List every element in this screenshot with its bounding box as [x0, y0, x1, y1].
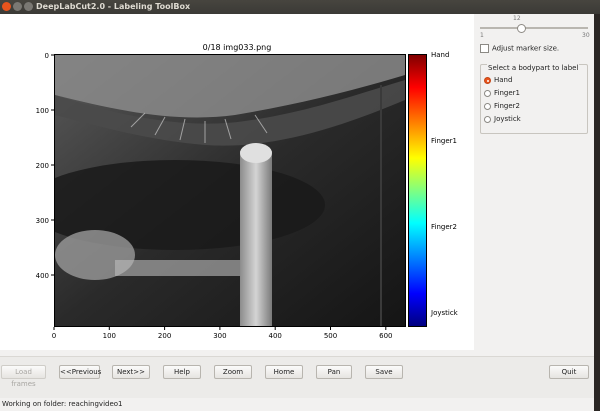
status-text: Working on folder: reachingvideo1: [2, 400, 123, 408]
quit-button[interactable]: Quit: [549, 365, 589, 379]
bodypart-group: Select a bodypart to label Hand Finger1 …: [480, 64, 588, 134]
colorbar-label-hand: Hand: [431, 51, 450, 59]
labeling-toolbox-window: 0/18 img033.png 0 100 200 300 400 500 60…: [0, 14, 594, 411]
adjust-marker-checkbox[interactable]: [480, 44, 489, 53]
slider-min-label: 1: [480, 32, 484, 39]
figure-panel: 0/18 img033.png 0 100 200 300 400 500 60…: [0, 14, 474, 350]
button-bar: Load frames <<Previous Next>> Help Zoom …: [0, 356, 594, 399]
y-tick-label: 200: [36, 162, 49, 170]
x-tick-label: 100: [103, 332, 116, 340]
radio-label: Finger2: [494, 102, 520, 110]
title-bar: DeepLabCut2.0 - Labeling ToolBox: [0, 0, 600, 14]
load-frames-button[interactable]: Load frames: [1, 365, 46, 388]
colorbar-label-finger1: Finger1: [431, 137, 457, 145]
marker-size-slider[interactable]: [480, 27, 588, 29]
status-bar: Working on folder: reachingvideo1: [0, 398, 594, 411]
slider-fill: [480, 27, 522, 29]
radio-hand[interactable]: Hand: [484, 76, 512, 84]
x-tick-label: 500: [324, 332, 337, 340]
radio-label: Joystick: [494, 115, 521, 123]
y-axis-ticks: 0 100 200 300 400: [36, 52, 54, 280]
x-axis-ticks: 0 100 200 300 400 500 600: [52, 327, 392, 340]
radio-label: Finger1: [494, 89, 520, 97]
colorbar-label-joystick: Joystick: [431, 309, 458, 317]
radio-finger2[interactable]: Finger2: [484, 102, 520, 110]
radio-button[interactable]: [484, 102, 491, 110]
y-tick-label: 400: [36, 272, 49, 280]
x-tick-label: 400: [269, 332, 282, 340]
radio-button[interactable]: [484, 115, 491, 123]
slider-max-label: 30: [582, 32, 590, 39]
x-tick-label: 600: [379, 332, 392, 340]
maximize-window-icon[interactable]: [24, 2, 33, 11]
previous-button[interactable]: <<Previous: [59, 365, 101, 379]
x-tick-label: 300: [213, 332, 226, 340]
save-button[interactable]: Save: [365, 365, 403, 379]
y-tick-label: 100: [36, 107, 49, 115]
x-tick-label: 0: [52, 332, 56, 340]
desktop-background: [594, 14, 600, 411]
zoom-button[interactable]: Zoom: [214, 365, 252, 379]
radio-joystick[interactable]: Joystick: [484, 115, 521, 123]
x-tick-label: 200: [158, 332, 171, 340]
pan-button[interactable]: Pan: [316, 365, 352, 379]
bodypart-colorbar: [408, 54, 427, 327]
control-panel: 12 1 30 Adjust marker size. Select a bod…: [474, 14, 594, 354]
adjust-marker-checkbox-row[interactable]: Adjust marker size.: [480, 44, 559, 53]
y-tick-label: 0: [45, 52, 49, 60]
y-tick-label: 300: [36, 217, 49, 225]
slider-value: 12: [513, 15, 521, 22]
close-window-icon[interactable]: [2, 2, 11, 11]
minimize-window-icon[interactable]: [13, 2, 22, 11]
adjust-marker-label: Adjust marker size.: [492, 44, 560, 53]
radio-finger1[interactable]: Finger1: [484, 89, 520, 97]
radio-button-selected[interactable]: [484, 76, 491, 84]
radio-button[interactable]: [484, 89, 491, 97]
radio-label: Hand: [494, 76, 513, 84]
home-button[interactable]: Home: [265, 365, 303, 379]
colorbar-label-finger2: Finger2: [431, 223, 457, 231]
help-button[interactable]: Help: [163, 365, 201, 379]
plot-axes: 0 100 200 300 400 500 600 0 100 200 300 …: [36, 52, 393, 340]
bodypart-group-title: Select a bodypart to label: [487, 64, 580, 72]
next-button[interactable]: Next>>: [112, 365, 150, 379]
slider-handle[interactable]: [517, 24, 527, 33]
window-title: DeepLabCut2.0 - Labeling ToolBox: [36, 2, 191, 11]
